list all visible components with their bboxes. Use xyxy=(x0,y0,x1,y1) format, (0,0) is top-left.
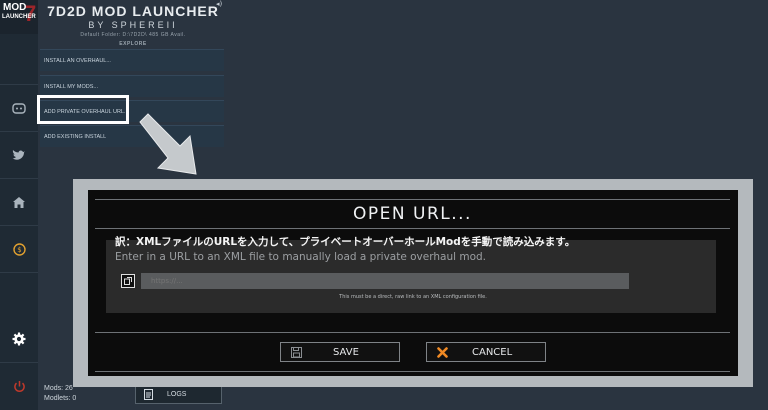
modlets-count: Modlets: 0 xyxy=(44,395,77,402)
donate-icon: $ xyxy=(12,242,26,256)
mod-stats: Mods: 26 Modlets: 0 xyxy=(44,384,76,404)
logo-text-mod: MOD xyxy=(3,2,27,13)
floppy-icon xyxy=(291,346,302,358)
settings-button[interactable] xyxy=(0,316,38,362)
logo-text-launcher: LAUNCHER xyxy=(2,14,36,20)
donate-button[interactable]: $ xyxy=(0,226,38,272)
app-header: 7D2D MOD LAUNCHER BY SPHEREII Default Fo… xyxy=(40,0,226,47)
document-icon xyxy=(144,389,153,400)
hint-text: This must be a direct, raw link to an XM… xyxy=(339,294,487,300)
volume-icon[interactable]: ◂) xyxy=(216,0,222,8)
logs-button[interactable]: LOGS xyxy=(135,385,222,404)
gear-icon xyxy=(12,332,26,346)
highlight-box xyxy=(37,95,129,124)
default-folder-text: Default Folder: D:\7D2D\ 485 GB Avail. xyxy=(80,32,186,38)
twitter-icon xyxy=(12,150,25,160)
home-icon xyxy=(13,196,25,208)
link-icon xyxy=(121,274,135,288)
power-icon xyxy=(13,380,25,392)
rail-divider xyxy=(0,272,38,273)
close-icon xyxy=(437,346,448,358)
discord-icon xyxy=(12,102,26,114)
sidebar: 7 MOD LAUNCHER $ xyxy=(0,0,38,410)
dialog-button-bar: SAVE CANCEL xyxy=(95,332,730,372)
discord-button[interactable] xyxy=(0,85,38,131)
modal-overlay: OPEN URL... 訳：XMLファイルのURLを入力して、プライベートオーバ… xyxy=(73,179,753,387)
cancel-label: CANCEL xyxy=(472,346,513,358)
translation-text: 訳：XMLファイルのURLを入力して、プライベートオーバーホールModを手動で読… xyxy=(115,236,576,248)
pointer-arrow-icon xyxy=(139,113,197,175)
twitter-button[interactable] xyxy=(0,132,38,178)
menu-install-overhaul[interactable]: INSTALL AN OVERHAUL... xyxy=(40,49,224,71)
app-title: 7D2D MOD LAUNCHER xyxy=(47,3,219,19)
svg-text:$: $ xyxy=(17,246,21,254)
mods-count: Mods: 26 xyxy=(44,385,73,392)
instruction-text: Enter in a URL to an XML file to manuall… xyxy=(115,251,487,263)
save-label: SAVE xyxy=(333,346,359,358)
logs-label: LOGS xyxy=(167,391,187,398)
save-button[interactable]: SAVE xyxy=(280,342,400,362)
power-button[interactable] xyxy=(0,363,38,409)
menu-install-my-mods[interactable]: INSTALL MY MODS... xyxy=(40,75,224,97)
app-logo: 7 MOD LAUNCHER xyxy=(0,0,38,34)
url-input[interactable] xyxy=(141,273,629,289)
open-url-dialog: OPEN URL... 訳：XMLファイルのURLを入力して、プライベートオーバ… xyxy=(88,190,738,376)
app-byline: BY SPHEREII xyxy=(88,20,178,30)
explore-link[interactable]: EXPLORE xyxy=(40,41,226,47)
cancel-button[interactable]: CANCEL xyxy=(426,342,546,362)
home-button[interactable] xyxy=(0,179,38,225)
dialog-title: OPEN URL... xyxy=(95,199,730,229)
